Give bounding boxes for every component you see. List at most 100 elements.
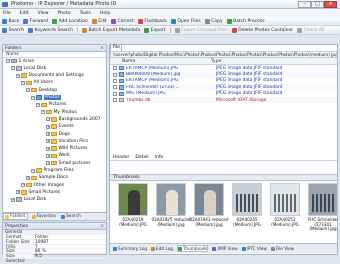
expand-icon[interactable]: −: [21, 80, 25, 85]
thumbnail[interactable]: 02A40253 (Medium).JPG: [265, 183, 305, 229]
file-row[interactable]: Thumbs.db Microsoft VFAT Storage: [110, 96, 337, 104]
delete-photos-container-button[interactable]: Delete Photos Container: [231, 27, 293, 33]
thumbnail[interactable]: 02A41925 reduced (Medium).jpg: [151, 183, 191, 229]
row-checkbox[interactable]: [113, 98, 117, 103]
tab-iptc-view[interactable]: IPTC View: [241, 246, 267, 251]
tab-thumbnails[interactable]: Thumbnails: [176, 245, 209, 252]
property-value[interactable]: 86 %: [33, 249, 106, 254]
expand-icon[interactable]: +: [46, 146, 50, 151]
tab-info[interactable]: Info: [155, 155, 164, 160]
thumbnail[interactable]: 02A40245 (Medium).JPG: [227, 183, 267, 229]
menu-edit[interactable]: Edit: [20, 11, 29, 16]
row-checkbox[interactable]: [113, 72, 117, 77]
tree-item[interactable]: + Small pictures: [46, 160, 91, 166]
expand-icon[interactable]: −: [6, 59, 10, 63]
edit-button[interactable]: Edit: [91, 18, 107, 24]
expand-icon[interactable]: +: [46, 139, 50, 144]
tree-item[interactable]: + Sample Docs: [26, 175, 68, 181]
menu-file[interactable]: File: [3, 11, 11, 16]
batch-process-button[interactable]: Batch Process: [226, 18, 265, 24]
expand-icon[interactable]: +: [11, 197, 15, 202]
add-location-button[interactable]: Add Location: [52, 18, 88, 24]
expand-icon[interactable]: −: [11, 66, 15, 71]
open-files-button[interactable]: Open Files: [170, 18, 201, 24]
tree-item[interactable]: − Program Files: [31, 168, 74, 174]
property-value[interactable]: 10987: [33, 240, 106, 245]
tree-item[interactable]: − Local Disk: [11, 65, 46, 71]
expand-icon[interactable]: +: [46, 124, 50, 129]
close-icon[interactable]: ×: [100, 46, 104, 51]
tree-item[interactable]: − Other Images: [21, 182, 64, 188]
search-button[interactable]: Search: [2, 27, 24, 33]
correct-button[interactable]: Correct: [110, 18, 134, 24]
menu-view[interactable]: View: [38, 11, 49, 16]
tree-item[interactable]: − Pictures: [36, 102, 66, 108]
tree-item[interactable]: − Photos: [31, 95, 61, 101]
keywords-search-button[interactable]: Keywords Search: [27, 27, 73, 33]
expand-icon[interactable]: +: [46, 132, 50, 136]
close-icon[interactable]: ×: [100, 224, 104, 229]
menu-help[interactable]: Help: [100, 11, 110, 16]
tree-item[interactable]: + Dogs: [46, 131, 70, 137]
tab-edit-log[interactable]: Edit Log: [151, 246, 173, 251]
batch-export-metadata-button[interactable]: Batch Export Metadata: [81, 27, 140, 33]
tree-item[interactable]: − Desktop: [26, 87, 57, 93]
expand-icon[interactable]: +: [16, 190, 20, 195]
tree-item[interactable]: + Local Disk: [11, 197, 46, 203]
tab-header[interactable]: Header: [113, 155, 129, 160]
tab-file-view[interactable]: File View: [270, 246, 294, 251]
row-checkbox[interactable]: [113, 78, 117, 83]
expand-icon[interactable]: +: [46, 153, 50, 158]
tree-item[interactable]: + Wild Pictures: [46, 146, 87, 152]
export-button[interactable]: Export: [144, 27, 166, 33]
tab-summary-log[interactable]: Summary Log: [113, 246, 147, 251]
tree-item[interactable]: − Documents and Settings: [16, 73, 84, 79]
tree-item[interactable]: − All Users: [21, 80, 53, 86]
expand-icon[interactable]: −: [36, 102, 40, 107]
property-value[interactable]: Folder: [33, 235, 106, 240]
row-checkbox[interactable]: [113, 85, 117, 90]
expand-icon[interactable]: −: [16, 73, 20, 78]
thumbnail[interactable]: 02A40219 (Medium).JPG: [113, 183, 153, 229]
thumbnail[interactable]: FHC Schneider (273341 (Medium).jpg: [303, 183, 340, 231]
menu-photo[interactable]: Photo: [58, 11, 71, 16]
tree-item[interactable]: + Small Pictures: [16, 189, 60, 195]
expand-icon[interactable]: −: [26, 88, 30, 93]
check-all-button[interactable]: Check All: [297, 27, 324, 33]
column-name[interactable]: Name: [110, 59, 211, 64]
row-checkbox[interactable]: [113, 66, 117, 71]
tree-item[interactable]: − 1 drive: [6, 58, 34, 64]
tab-folders[interactable]: Folders: [3, 213, 28, 220]
tab-detail[interactable]: Detail: [135, 155, 148, 160]
menu-tools[interactable]: Tools: [80, 11, 91, 16]
tree-item[interactable]: + Work: [46, 153, 70, 159]
expand-icon[interactable]: +: [46, 161, 50, 166]
tab-favorites[interactable]: Favorites: [31, 214, 57, 219]
column-type[interactable]: Type: [211, 59, 221, 64]
document-tab[interactable]: file: [110, 44, 122, 51]
property-value[interactable]: 7: [33, 245, 106, 250]
close-button[interactable]: ×: [324, 1, 337, 8]
tree-item[interactable]: + Events: [46, 124, 74, 130]
expand-icon[interactable]: −: [31, 95, 35, 100]
tree-item[interactable]: − Backgrounds 2007: [46, 116, 101, 122]
tree-item[interactable]: − My Photos: [41, 109, 77, 115]
maximize-button[interactable]: □: [311, 1, 324, 8]
copy-button[interactable]: Copy: [204, 18, 223, 24]
expand-icon[interactable]: +: [26, 175, 30, 180]
tab-xmp-view[interactable]: XMP View: [212, 246, 238, 251]
expand-icon[interactable]: −: [31, 168, 35, 173]
path-bar[interactable]: \\server\photo\Digital Photos\Misc\Photo…: [110, 51, 337, 58]
tab-search[interactable]: Search: [60, 214, 82, 219]
row-checkbox[interactable]: [113, 91, 117, 96]
flashback-button[interactable]: Flashback: [137, 18, 167, 24]
back-button[interactable]: Back: [2, 18, 19, 24]
thumbnail[interactable]: 02A41943 reduced (Medium).jpg: [189, 183, 229, 229]
tree-item[interactable]: + Vacation Pics: [46, 138, 88, 144]
export-checked-files-button[interactable]: Export Checked Files: [174, 27, 228, 33]
expand-icon[interactable]: −: [21, 183, 25, 188]
expand-icon[interactable]: −: [46, 117, 50, 122]
minimize-button[interactable]: –: [298, 1, 311, 8]
forward-button[interactable]: Forward: [23, 18, 48, 24]
expand-icon[interactable]: −: [41, 110, 45, 115]
